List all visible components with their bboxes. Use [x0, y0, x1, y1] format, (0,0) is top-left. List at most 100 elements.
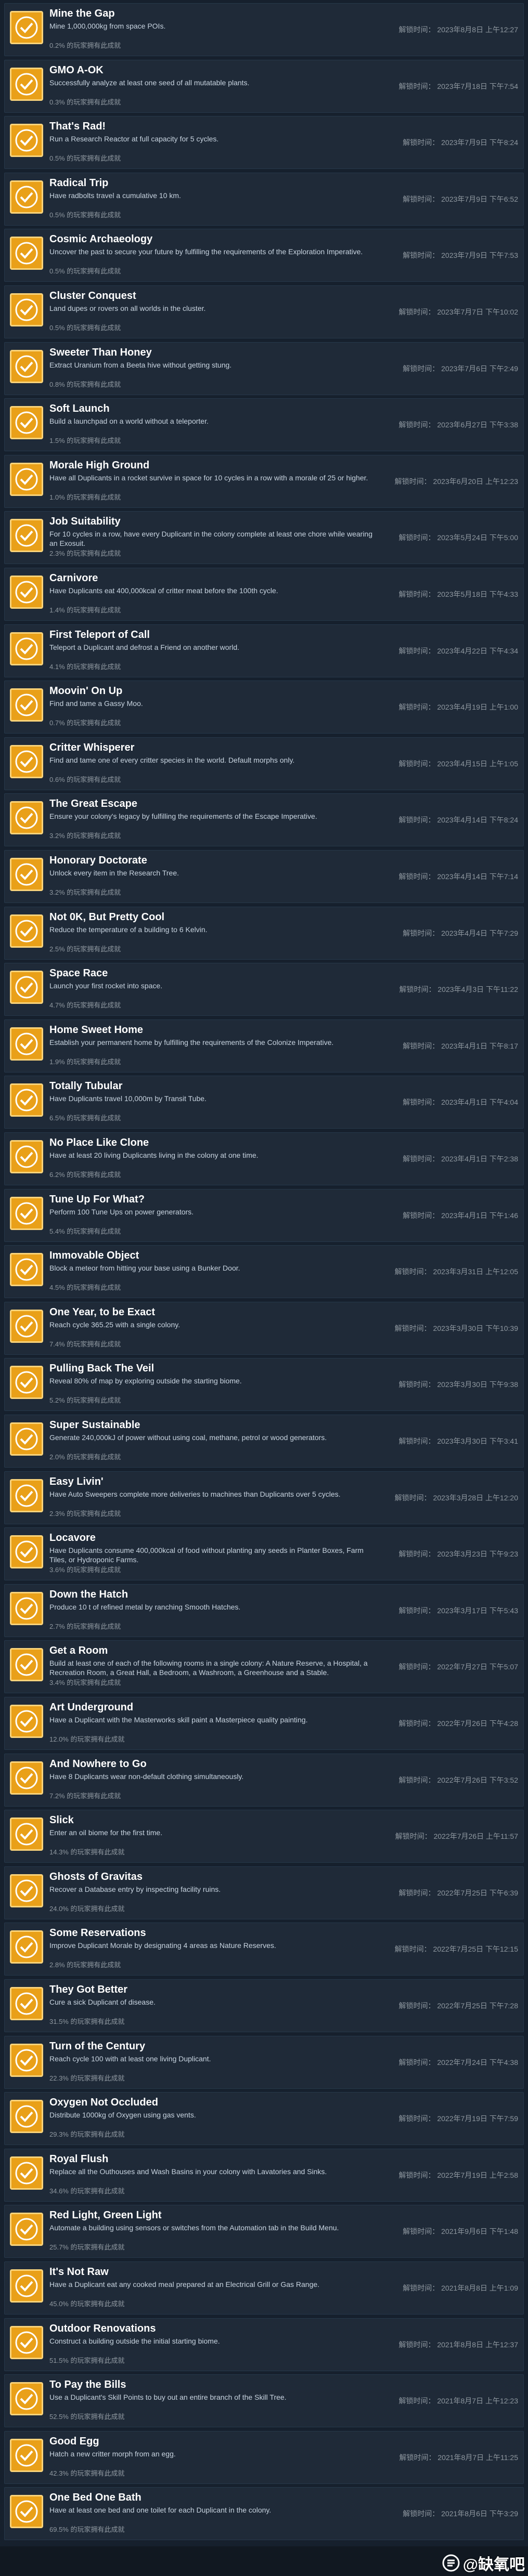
achievement-description: Successfully analyze at least one seed o…: [49, 78, 250, 87]
achievement-global-percent: 22.3% 的玩家拥有此成就: [49, 2074, 125, 2082]
achievement-global-percent: 7.2% 的玩家拥有此成就: [49, 1792, 121, 1800]
achievement-global-percent: 5.2% 的玩家拥有此成就: [49, 1396, 121, 1405]
achievement-row: Oxygen Not Occluded Distribute 1000kg of …: [4, 2092, 524, 2146]
achievement-badge-icon: [10, 2438, 43, 2472]
achievement-row: Totally Tubular Have Duplicants travel 10…: [4, 1076, 524, 1129]
achievement-title: Totally Tubular: [49, 1080, 123, 1092]
achievement-badge-icon: [10, 11, 43, 44]
achievement-unlock-time: 解锁时间： 2023年7月18日 下午7:54: [398, 82, 518, 90]
achievement-unlock-time: 解锁时间： 2023年4月22日 下午4:34: [398, 646, 518, 655]
achievement-description: Replace all the Outhouses and Wash Basin…: [49, 2167, 327, 2176]
achievement-title: Get a Room: [49, 1645, 108, 1657]
achievement-description: Recover a Database entry by inspecting f…: [49, 1885, 221, 1893]
achievement-badge-icon: [10, 1817, 43, 1851]
achievement-title: Critter Whisperer: [49, 741, 135, 753]
achievement-global-percent: 0.5% 的玩家拥有此成就: [49, 267, 121, 276]
achievement-title: No Place Like Clone: [49, 1137, 149, 1148]
achievement-badge-icon: [10, 1479, 43, 1512]
achievement-description: Launch your first rocket into space.: [49, 982, 163, 990]
achievement-badge-icon: [10, 2495, 43, 2529]
achievement-unlock-time: 解锁时间： 2022年7月19日 下午7:59: [398, 2114, 518, 2123]
achievement-badge-icon: [10, 519, 43, 553]
achievement-unlock-time: 解锁时间： 2023年4月19日 上午1:00: [398, 703, 518, 712]
achievement-badge-icon: [10, 1140, 43, 1173]
achievement-unlock-time: 解锁时间： 2023年3月31日 上午12:05: [394, 1267, 518, 1276]
achievement-global-percent: 45.0% 的玩家拥有此成就: [49, 2300, 125, 2308]
achievement-description: Build a launchpad on a world without a t…: [49, 417, 209, 426]
achievement-global-percent: 0.3% 的玩家拥有此成就: [49, 98, 121, 106]
achievement-badge-icon: [10, 1874, 43, 1907]
achievement-global-percent: 29.3% 的玩家拥有此成就: [49, 2130, 125, 2139]
achievement-global-percent: 3.2% 的玩家拥有此成就: [49, 832, 121, 840]
achievement-row: Critter Whisperer Find and tame one of ev…: [4, 737, 524, 790]
achievement-unlock-time: 解锁时间： 2021年9月6日 下午1:48: [403, 2227, 518, 2236]
achievement-unlock-time: 解锁时间： 2023年7月7日 下午10:02: [398, 308, 518, 316]
achievement-row: Cosmic Archaeology Uncover the past to se…: [4, 229, 524, 282]
achievement-badge-icon: [10, 406, 43, 440]
achievement-global-percent: 6.5% 的玩家拥有此成就: [49, 1114, 121, 1122]
achievement-global-percent: 14.3% 的玩家拥有此成就: [49, 1848, 125, 1856]
achievement-unlock-time: 解锁时间： 2022年7月25日 下午12:15: [394, 1945, 518, 1954]
achievement-unlock-time: 解锁时间： 2023年8月8日 上午12:27: [398, 25, 518, 34]
achievement-row: Sweeter Than Honey Extract Uranium from a…: [4, 342, 524, 395]
achievement-title: They Got Better: [49, 1984, 128, 1995]
achievement-unlock-time: 解锁时间： 2023年6月20日 上午12:23: [394, 477, 518, 486]
achievement-description: Reveal 80% of map by exploring outside t…: [49, 1377, 242, 1385]
achievement-title: Moovin' On Up: [49, 685, 123, 697]
achievement-unlock-time: 解锁时间： 2023年4月14日 下午7:14: [398, 872, 518, 881]
achievement-description: Have Duplicants consume 400,000kcal of f…: [49, 1546, 364, 1564]
achievement-row: Morale High Ground Have all Duplicants in…: [4, 454, 524, 508]
achievement-row: GMO A-OK Successfully analyze at least on…: [4, 59, 524, 113]
achievement-title: Cosmic Archaeology: [49, 233, 153, 245]
achievement-badge-icon: [10, 1027, 43, 1061]
achievement-row: Some Reservations Improve Duplicant Moral…: [4, 1923, 524, 1976]
achievement-row: Space Race Launch your first rocket into …: [4, 963, 524, 1016]
achievement-global-percent: 1.4% 的玩家拥有此成就: [49, 606, 121, 614]
achievement-title: Honorary Doctorate: [49, 855, 147, 866]
achievement-badge-icon: [10, 293, 43, 326]
achievement-badge-icon: [10, 67, 43, 101]
achievement-badge-icon: [10, 237, 43, 270]
achievement-description: Block a meteor from hitting your base us…: [49, 1264, 240, 1273]
achievement-badge-icon: [10, 858, 43, 891]
achievement-title: Down the Hatch: [49, 1588, 128, 1600]
achievement-badge-icon: [10, 1083, 43, 1117]
achievement-description: Produce 10 t of refined metal by ranchin…: [49, 1602, 241, 1611]
achievement-global-percent: 0.5% 的玩家拥有此成就: [49, 211, 121, 219]
achievement-global-percent: 2.0% 的玩家拥有此成就: [49, 1453, 121, 1461]
achievement-title: One Year, to be Exact: [49, 1306, 156, 1318]
achievement-global-percent: 31.5% 的玩家拥有此成就: [49, 2018, 125, 2025]
achievement-global-percent: 0.5% 的玩家拥有此成就: [49, 324, 121, 332]
achievement-global-percent: 34.6% 的玩家拥有此成就: [49, 2187, 125, 2195]
achievement-global-percent: 0.2% 的玩家拥有此成就: [49, 42, 121, 49]
achievement-global-percent: 2.3% 的玩家拥有此成就: [49, 1509, 121, 1518]
achievement-badge-icon: [10, 1591, 43, 1625]
achievement-global-percent: 3.6% 的玩家拥有此成就: [49, 1566, 121, 1574]
achievement-title: To Pay the Bills: [49, 2379, 126, 2391]
achievement-badge-icon: [10, 124, 43, 158]
achievement-unlock-time: 解锁时间： 2023年4月1日 下午1:46: [403, 1211, 518, 1220]
achievement-unlock-time: 解锁时间： 2023年3月17日 下午5:43: [398, 1606, 518, 1615]
achievement-description: Use a Duplicant's Skill Points to buy ou…: [49, 2393, 287, 2402]
achievement-description: Land dupes or rovers on all worlds in th…: [49, 304, 206, 312]
achievement-description: Reach cycle 100 with at least one living…: [49, 2054, 211, 2063]
achievement-global-percent: 2.3% 的玩家拥有此成就: [49, 550, 121, 558]
achievement-row: Pulling Back The Veil Reveal 80% of map b…: [4, 1358, 524, 1411]
achievement-title: Ghosts of Gravitas: [49, 1871, 143, 1882]
achievement-description: Perform 100 Tune Ups on power generators…: [49, 1207, 194, 1216]
achievement-description: Find and tame a Gassy Moo.: [49, 699, 143, 708]
achievement-row: Slick Enter an oil biome for the first ti…: [4, 1810, 524, 1863]
achievement-description: Extract Uranium from a Beeta hive withou…: [49, 360, 232, 369]
achievement-title: Locavore: [49, 1532, 96, 1544]
achievement-description: Teleport a Duplicant and defrost a Frien…: [49, 643, 239, 651]
achievement-global-percent: 0.7% 的玩家拥有此成就: [49, 719, 121, 727]
achievement-title: That's Rad!: [49, 121, 106, 133]
achievement-row: One Bed One Bath Have at least one bed an…: [4, 2487, 524, 2541]
achievement-badge-icon: [10, 1253, 43, 1287]
achievement-title: Soft Launch: [49, 403, 110, 415]
achievement-title: Good Egg: [49, 2435, 99, 2447]
achievement-badge-icon: [10, 2213, 43, 2246]
achievement-unlock-time: 解锁时间： 2023年6月27日 下午3:38: [398, 421, 518, 429]
achievement-title: Some Reservations: [49, 1927, 146, 1939]
achievement-global-percent: 3.4% 的玩家拥有此成就: [49, 1679, 121, 1687]
